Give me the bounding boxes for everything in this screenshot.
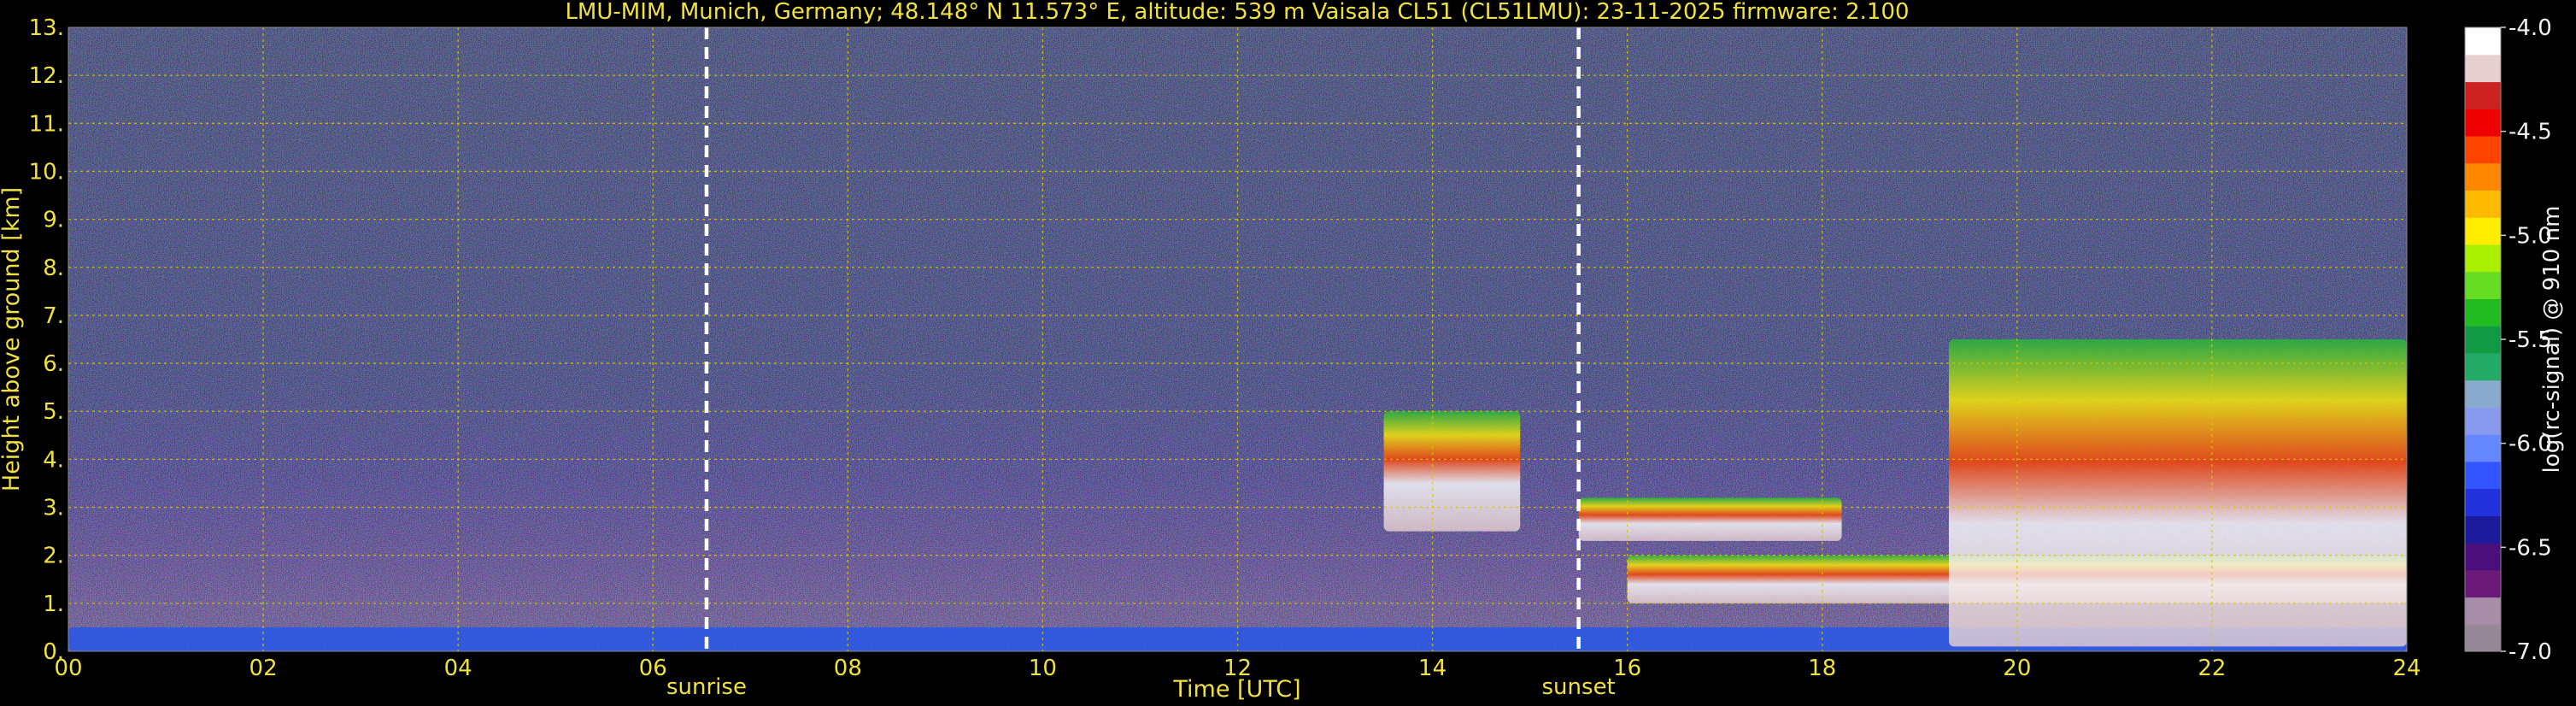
y-tick-label: 0. — [43, 639, 64, 665]
x-tick-label: 06 — [639, 656, 667, 681]
x-tick-label: 08 — [834, 656, 862, 681]
y-tick-labels: 0. 1. 2. 3. 4. 5. 6. 7. 8. 9. 10. 11. 12. 13. — [29, 15, 64, 665]
x-tick-label: 14 — [1418, 656, 1446, 681]
colorbar-swatch — [2465, 379, 2501, 408]
y-tick-label: 1. — [43, 591, 64, 617]
x-tick-label: 22 — [2198, 656, 2226, 681]
x-tick-label: 02 — [249, 656, 278, 681]
sun-event-labels: sunrise sunset — [666, 674, 1616, 700]
colorbar-swatch — [2465, 162, 2501, 191]
colorbar-swatch — [2465, 326, 2501, 354]
colorbar-swatch — [2465, 515, 2501, 544]
colorbar-swatch — [2465, 488, 2501, 516]
colorbar-label: log(rc-signal) @ 910 nm — [2539, 206, 2565, 474]
colorbar-tick-label: -4.5 — [2509, 120, 2552, 145]
sunset-label: sunset — [1542, 674, 1616, 700]
colorbar-swatch — [2465, 244, 2501, 273]
colorbar-swatch — [2465, 81, 2501, 109]
y-tick-label: 3. — [43, 496, 64, 521]
colorbar-swatch — [2465, 407, 2501, 435]
y-tick-label: 4. — [43, 447, 64, 473]
colorbar-swatch — [2465, 135, 2501, 164]
y-tick-label: 6. — [43, 351, 64, 377]
x-tick-label: 18 — [1808, 656, 1836, 681]
y-tick-label: 11. — [29, 111, 64, 137]
colorbar-swatch — [2465, 54, 2501, 83]
x-tick-label: 10 — [1029, 656, 1057, 681]
sunrise-label: sunrise — [666, 674, 747, 700]
y-tick-label: 13. — [29, 15, 64, 41]
colorbar-swatch — [2465, 271, 2501, 299]
colorbar-tick-label: -4.0 — [2509, 15, 2552, 41]
y-tick-label: 12. — [29, 63, 64, 89]
plot-area — [67, 26, 2408, 652]
colorbar-swatch — [2465, 217, 2501, 245]
colorbar-swatch — [2465, 569, 2501, 598]
colorbar-swatches — [2465, 27, 2501, 652]
colorbar-swatch — [2465, 298, 2501, 327]
colorbar-swatch — [2465, 461, 2501, 490]
colorbar-swatch — [2465, 597, 2501, 625]
y-tick-label: 2. — [43, 544, 64, 569]
colorbar-swatch — [2465, 543, 2501, 571]
x-tick-label: 20 — [2003, 656, 2031, 681]
colorbar: -4.0-4.5-5.0-5.5-6.0-6.5-7.0 log(rc-sign… — [2464, 15, 2565, 665]
x-axis-label: Time [UTC] — [1172, 676, 1300, 703]
colorbar-swatch — [2465, 109, 2501, 137]
colorbar-tick-label: -7.0 — [2509, 639, 2552, 665]
feature-cloud — [1949, 339, 2407, 647]
colorbar-swatch — [2465, 434, 2501, 462]
y-tick-label: 5. — [43, 399, 64, 425]
y-tick-label: 10. — [29, 159, 64, 185]
y-tick-label: 7. — [43, 303, 64, 329]
ceilometer-chart: LMU-MIM, Munich, Germany; 48.148° N 11.5… — [0, 0, 2565, 703]
x-tick-label: 16 — [1613, 656, 1641, 681]
feature-cloud — [1383, 411, 1521, 532]
colorbar-swatch — [2465, 27, 2501, 56]
x-tick-label: 04 — [444, 656, 472, 681]
y-axis-label: Height above ground [km] — [0, 187, 25, 491]
colorbar-swatch — [2465, 190, 2501, 218]
x-tick-label: 24 — [2392, 656, 2421, 681]
colorbar-swatch — [2465, 352, 2501, 381]
colorbar-tick-label: -6.5 — [2509, 535, 2552, 561]
colorbar-swatch — [2465, 624, 2501, 652]
chart-title: LMU-MIM, Munich, Germany; 48.148° N 11.5… — [565, 0, 1909, 25]
feature-cloud — [1578, 497, 1842, 541]
y-tick-label: 8. — [43, 256, 64, 281]
y-tick-label: 9. — [43, 208, 64, 233]
